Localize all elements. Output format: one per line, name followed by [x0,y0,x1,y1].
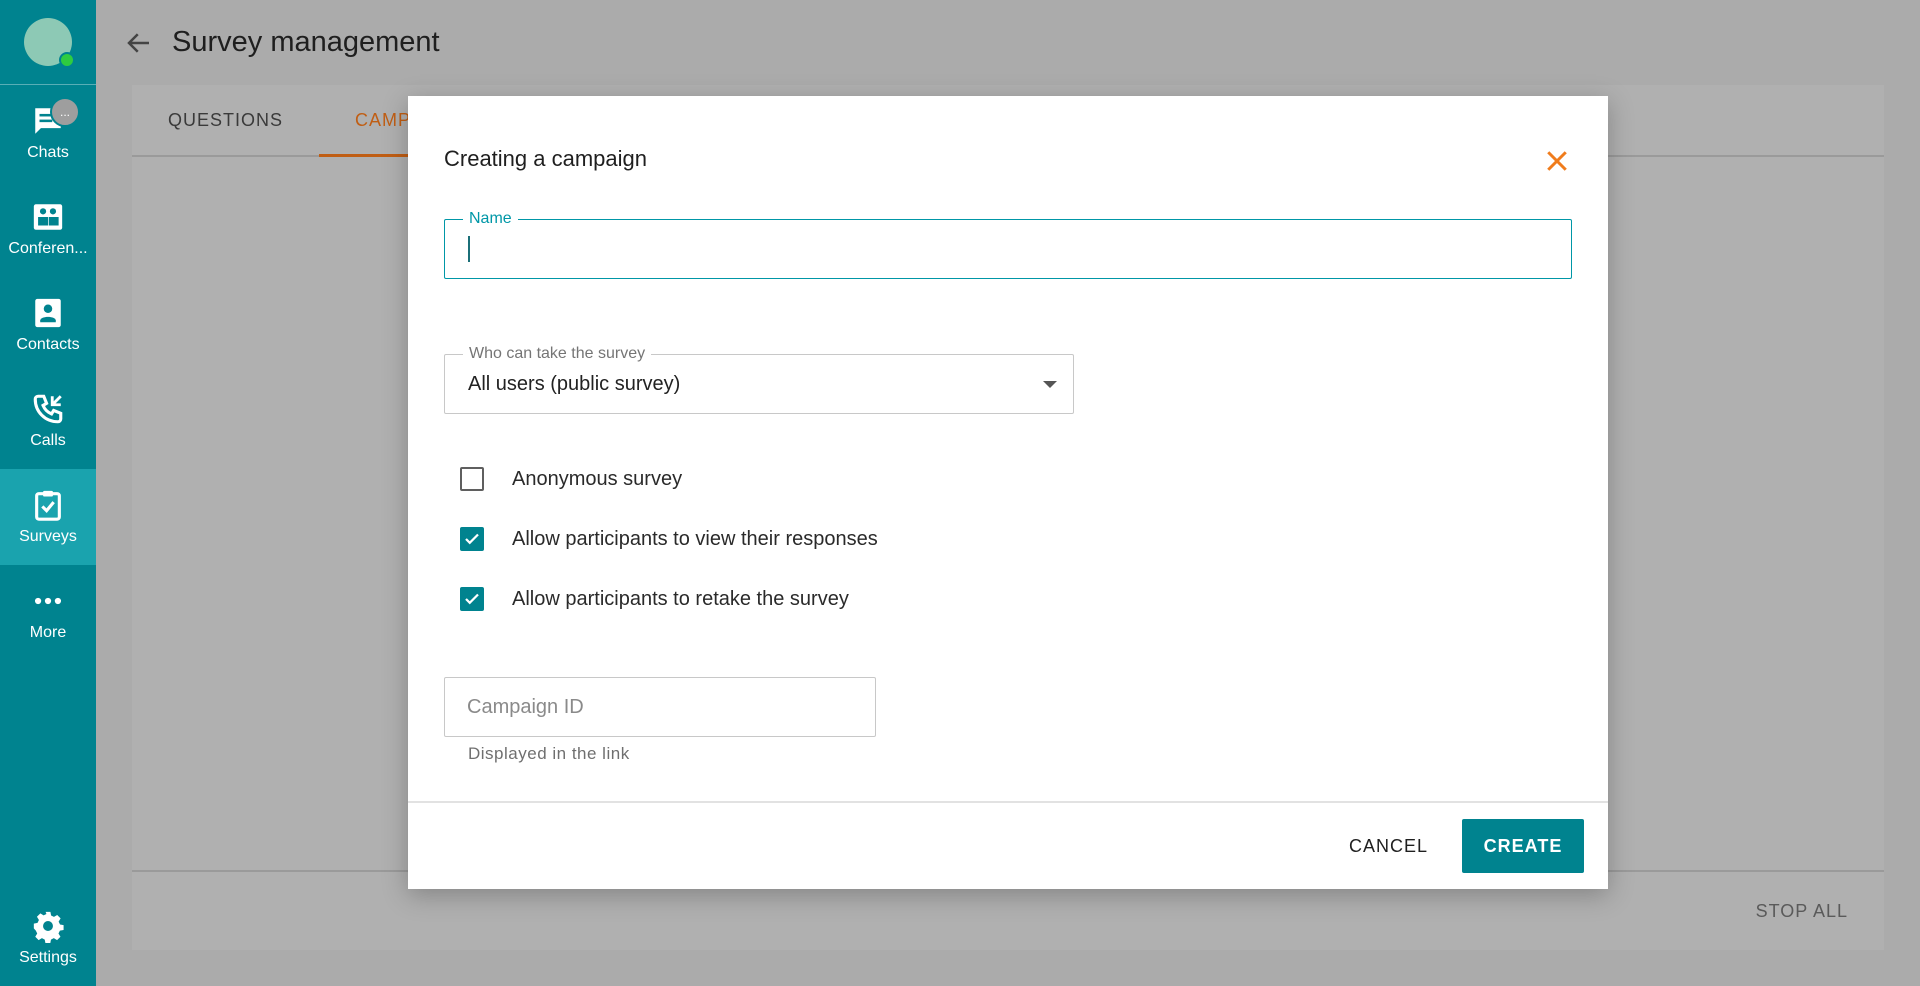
name-input[interactable] [467,220,1549,278]
tab-questions[interactable]: QUESTIONS [132,85,319,155]
sidebar-item-label: Settings [19,949,77,966]
view-responses-checkbox-label: Allow participants to view their respons… [512,527,878,550]
sidebar-item-settings[interactable]: Settings [0,890,96,986]
retake-checkbox-label: Allow participants to retake the survey [512,587,849,610]
sidebar-item-calls[interactable]: Calls [0,373,96,469]
sidebar-item-more[interactable]: More [0,565,96,661]
page-header: Survey management [96,0,1920,85]
sidebar-item-label: Chats [27,144,69,161]
sidebar-item-label: Surveys [19,528,77,545]
sidebar-item-label: Conferen... [8,240,88,257]
retake-checkbox[interactable] [460,587,484,611]
retake-checkbox-row[interactable]: Allow participants to retake the survey [460,587,849,611]
conference-icon [33,204,63,230]
sidebar: Chats ... Conferen... Contacts Calls Sur… [0,0,96,986]
avatar[interactable] [24,18,75,68]
sidebar-item-contacts[interactable]: Contacts [0,277,96,373]
dialog-title: Creating a campaign [444,146,648,171]
name-field[interactable]: Name [444,210,1572,279]
anonymous-checkbox-label: Anonymous survey [512,467,683,490]
close-icon[interactable] [1542,146,1572,176]
phone-icon [33,394,63,424]
sidebar-item-label: More [29,624,67,641]
sidebar-item-surveys[interactable]: Surveys [0,469,96,565]
dropdown-arrow-icon [1043,381,1057,388]
avatar-area [0,0,96,85]
sidebar-item-label: Contacts [16,336,80,353]
more-dots-icon [34,597,62,605]
campaign-id-helper: Displayed in the link [468,744,630,763]
page-title: Survey management [172,26,440,58]
sidebar-item-label: Calls [30,432,66,449]
anonymous-checkbox[interactable] [460,467,484,491]
campaign-id-input[interactable] [467,678,853,736]
anonymous-checkbox-row[interactable]: Anonymous survey [460,467,682,491]
contacts-icon [35,298,61,328]
survey-clipboard-icon [35,490,61,521]
audience-select-value: All users (public survey) [468,373,681,395]
back-arrow-icon[interactable] [124,28,154,58]
campaign-id-field[interactable] [444,677,876,737]
create-button[interactable]: CREATE [1462,819,1584,873]
audience-select[interactable]: Who can take the survey All users (publi… [444,345,1074,414]
stop-all-button[interactable]: STOP ALL [1756,901,1848,922]
create-campaign-dialog: Creating a campaign Name Who can take th… [408,96,1608,889]
view-responses-checkbox-row[interactable]: Allow participants to view their respons… [460,527,878,551]
cancel-button[interactable]: CANCEL [1343,835,1434,858]
checkmark-icon [465,593,479,605]
dialog-footer: CANCEL CREATE [408,801,1608,889]
chat-badge: ... [50,97,80,127]
checkmark-icon [465,533,479,545]
view-responses-checkbox[interactable] [460,527,484,551]
gear-icon [33,911,64,943]
sidebar-item-conferences[interactable]: Conferen... [0,181,96,277]
online-status-icon [59,52,75,68]
sidebar-item-chats[interactable]: Chats ... [0,85,96,181]
